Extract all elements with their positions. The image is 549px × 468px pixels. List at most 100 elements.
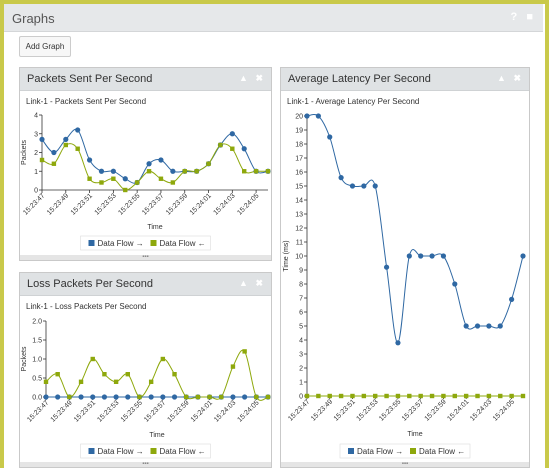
collapse-icon[interactable]: ▲ [239,278,248,288]
data-point [407,393,412,399]
panel-controls: ▲ ✖ [492,73,521,84]
x-tick-label: 15:23:55 [378,398,402,422]
x-tick-label: 15:23:49 [46,192,70,216]
close-icon[interactable]: ✖ [513,73,521,83]
y-tick-label: 1.5 [32,338,42,345]
y-tick-label: 10 [295,254,303,261]
chart-legend: Data Flow → Data Flow ← [339,443,471,459]
data-point [229,131,235,137]
x-tick-label: 15:23:47 [287,398,311,422]
panel-title: Average Latency Per Second [288,73,431,85]
help-icon[interactable]: ? [511,11,518,23]
chart-title: Link-1 - Average Latency Per Second [287,97,419,106]
y-tick-label: 1.0 [32,357,42,364]
data-point [265,169,271,174]
x-tick-label: 15:23:59 [166,399,190,423]
data-point [172,372,177,377]
data-point [55,394,61,400]
panel-header: Average Latency Per Second ▲ ✖ [281,68,529,91]
y-tick-label: 11 [296,240,303,247]
data-point [75,146,80,151]
y-tick-label: 19 [295,128,303,135]
legend-label: Data Flow → [357,447,403,456]
collapse-icon[interactable]: ▲ [497,73,506,83]
data-point [327,134,333,140]
x-tick-label: 15:24:05 [237,399,261,423]
data-point [242,394,248,400]
data-point [75,127,81,133]
data-point [350,393,355,399]
data-point [463,323,469,329]
data-point [509,296,515,302]
data-point [463,393,469,399]
data-point [125,394,131,400]
close-icon[interactable]: ✖ [255,278,263,288]
collapse-icon[interactable]: ▲ [239,73,248,83]
data-point [441,393,446,399]
series-line [306,113,524,344]
legend-label: Data Flow ← [160,447,206,456]
data-point [148,379,154,384]
resize-handle[interactable]: ▪▪▪ [20,461,271,467]
data-point [475,393,480,399]
data-point [195,394,201,400]
data-point [418,393,423,399]
data-point [98,168,105,174]
legend-label: Data Flow ← [160,239,206,248]
x-axis-label: Time [147,224,162,231]
data-point [486,393,492,399]
x-tick-label: 15:24:05 [236,192,260,216]
video-icon[interactable]: ■ [526,11,533,23]
y-tick-label: 3 [34,131,38,138]
data-point [63,142,68,148]
data-point [230,394,236,400]
data-point [160,356,166,362]
x-tick-label: 15:24:03 [469,398,493,422]
data-point [113,379,119,384]
data-point [497,323,503,329]
data-point [395,393,401,399]
data-point [395,340,401,346]
header-controls: ? ■ [505,11,533,23]
data-point [254,394,259,400]
data-point [440,253,447,259]
data-point [39,136,45,142]
data-point [110,168,116,174]
x-tick-label: 15:23:51 [70,192,94,216]
legend-swatch [88,448,95,454]
resize-handle[interactable]: ▪▪▪ [20,254,271,260]
data-point [184,394,189,400]
y-tick-label: 4 [34,113,38,120]
legend-swatch [150,240,157,246]
x-tick-label: 15:23:59 [424,398,448,422]
data-point [372,183,378,189]
x-axis-label: Time [407,431,422,438]
x-tick-label: 15:23:59 [165,192,189,216]
panel-header: Loss Packets Per Second ▲ ✖ [20,273,271,296]
x-tick-label: 15:23:55 [120,399,144,423]
legend-swatch [410,448,416,454]
data-point [146,169,152,174]
y-tick-label: 12 [295,226,303,233]
y-tick-label: 0 [34,188,38,195]
chart-legend: Data Flow → Data Flow ← [80,443,211,459]
data-point [230,146,235,151]
resize-handle[interactable]: ▪▪▪ [281,461,529,467]
data-point [160,394,166,400]
legend-label: Data Flow → [98,239,144,248]
close-icon[interactable]: ✖ [255,73,263,83]
data-point [219,394,224,400]
data-point [316,393,321,399]
data-point [158,176,164,181]
y-tick-label: 0.0 [32,395,42,402]
y-tick-label: 4 [299,338,303,345]
add-graph-button[interactable]: Add Graph [19,36,71,57]
x-tick-label: 15:24:01 [190,399,214,423]
packets-sent-chart: Link-1 - Packets Sent Per Second 0 1 2 3 4 Pac… [21,97,271,251]
x-tick-label: 15:24:05 [492,398,516,422]
loss-packets-chart: Link-1 - Loss Packets Per Second 0.0 0.5 1.… [21,302,271,459]
x-tick-label: 15:23:51 [333,398,357,422]
y-tick-label: 0.5 [32,376,42,383]
data-point [452,281,458,287]
x-tick-label: 15:23:57 [401,398,425,422]
